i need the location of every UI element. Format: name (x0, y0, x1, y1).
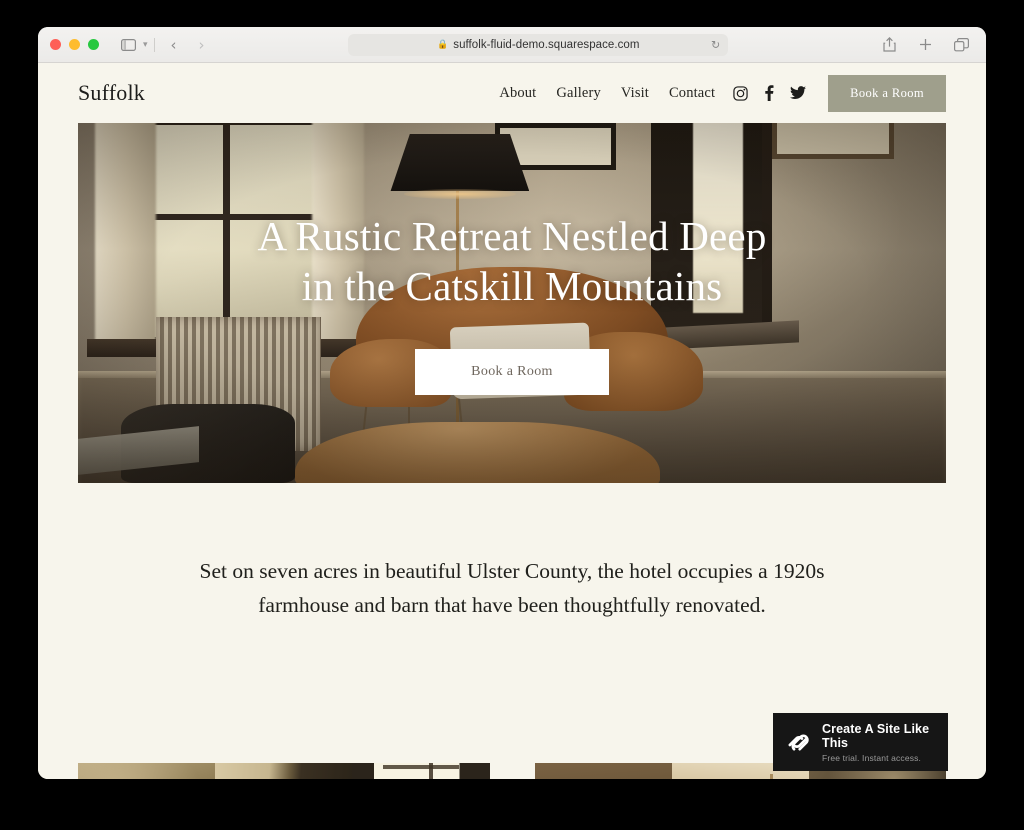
gallery-image-tile[interactable] (78, 763, 216, 779)
desktop-backdrop: ▾ ‹ › 🔒 suffolk-fluid-demo.squarespace.c… (0, 0, 1024, 830)
instagram-icon[interactable] (733, 85, 748, 101)
back-chevron-icon[interactable]: ‹ (161, 33, 187, 57)
squarespace-promo-title: Create A Site Like This (822, 721, 930, 750)
reload-icon[interactable]: ↻ (711, 38, 720, 51)
url-text: suffolk-fluid-demo.squarespace.com (453, 38, 640, 51)
gallery-group-left (78, 763, 490, 779)
nav-item-visit[interactable]: Visit (621, 85, 649, 102)
forward-chevron-icon[interactable]: › (189, 33, 215, 57)
share-icon[interactable] (876, 33, 902, 57)
social-links (733, 85, 807, 101)
plus-icon[interactable] (912, 33, 938, 57)
tab-overview-icon[interactable] (948, 33, 974, 57)
nav-item-gallery[interactable]: Gallery (556, 85, 601, 102)
hero-content: A Rustic Retreat Nestled Deep in the Cat… (78, 123, 946, 483)
hero-headline-line-1: A Rustic Retreat Nestled Deep (257, 212, 767, 259)
hero-book-a-room-button[interactable]: Book a Room (415, 349, 609, 396)
hero-headline-line-2: in the Catskill Mountains (301, 263, 723, 309)
minimize-window-button[interactable] (69, 39, 80, 50)
site-logo[interactable]: Suffolk (78, 80, 145, 106)
hero-headline: A Rustic Retreat Nestled Deep in the Cat… (257, 211, 766, 311)
window-traffic-lights (50, 39, 99, 50)
intro-paragraph: Set on seven acres in beautiful Ulster C… (199, 559, 825, 617)
close-window-button[interactable] (50, 39, 61, 50)
toolbar-right-controls (876, 33, 974, 57)
toolbar-left-controls: ▾ ‹ › (115, 33, 215, 57)
address-bar-container: 🔒 suffolk-fluid-demo.squarespace.com ↻ (215, 33, 862, 56)
nav-item-about[interactable]: About (499, 85, 536, 102)
gallery-image-tile[interactable] (534, 763, 672, 779)
nav-item-contact[interactable]: Contact (669, 85, 715, 102)
hero-banner: A Rustic Retreat Nestled Deep in the Cat… (78, 123, 946, 483)
address-bar[interactable]: 🔒 suffolk-fluid-demo.squarespace.com ↻ (348, 33, 729, 56)
squarespace-logo-icon (788, 734, 809, 751)
site-header: Suffolk About Gallery Visit Contact Book… (38, 63, 986, 123)
squarespace-promo-text: Create A Site Like This Free trial. Inst… (822, 722, 935, 763)
maximize-window-button[interactable] (88, 39, 99, 50)
gallery-image-tile[interactable] (352, 763, 490, 779)
header-right: About Gallery Visit Contact Book a Room (499, 74, 946, 112)
primary-nav: About Gallery Visit Contact (499, 85, 715, 102)
browser-toolbar: ▾ ‹ › 🔒 suffolk-fluid-demo.squarespace.c… (38, 27, 986, 63)
gallery-image-tile[interactable] (215, 763, 353, 779)
chevron-down-icon[interactable]: ▾ (143, 39, 148, 50)
lock-icon: 🔒 (437, 39, 449, 49)
header-book-a-room-button[interactable]: Book a Room (828, 74, 946, 112)
browser-window: ▾ ‹ › 🔒 suffolk-fluid-demo.squarespace.c… (38, 27, 986, 779)
squarespace-promo-subtitle: Free trial. Instant access. (822, 752, 922, 763)
intro-section: Set on seven acres in beautiful Ulster C… (38, 483, 986, 623)
toolbar-divider (153, 37, 155, 52)
page-viewport: Suffolk About Gallery Visit Contact Book… (38, 63, 986, 779)
squarespace-promo-badge[interactable]: Create A Site Like This Free trial. Inst… (773, 713, 948, 771)
sidebar-icon[interactable] (115, 33, 141, 57)
facebook-icon[interactable] (764, 85, 774, 101)
twitter-icon[interactable] (790, 86, 807, 100)
